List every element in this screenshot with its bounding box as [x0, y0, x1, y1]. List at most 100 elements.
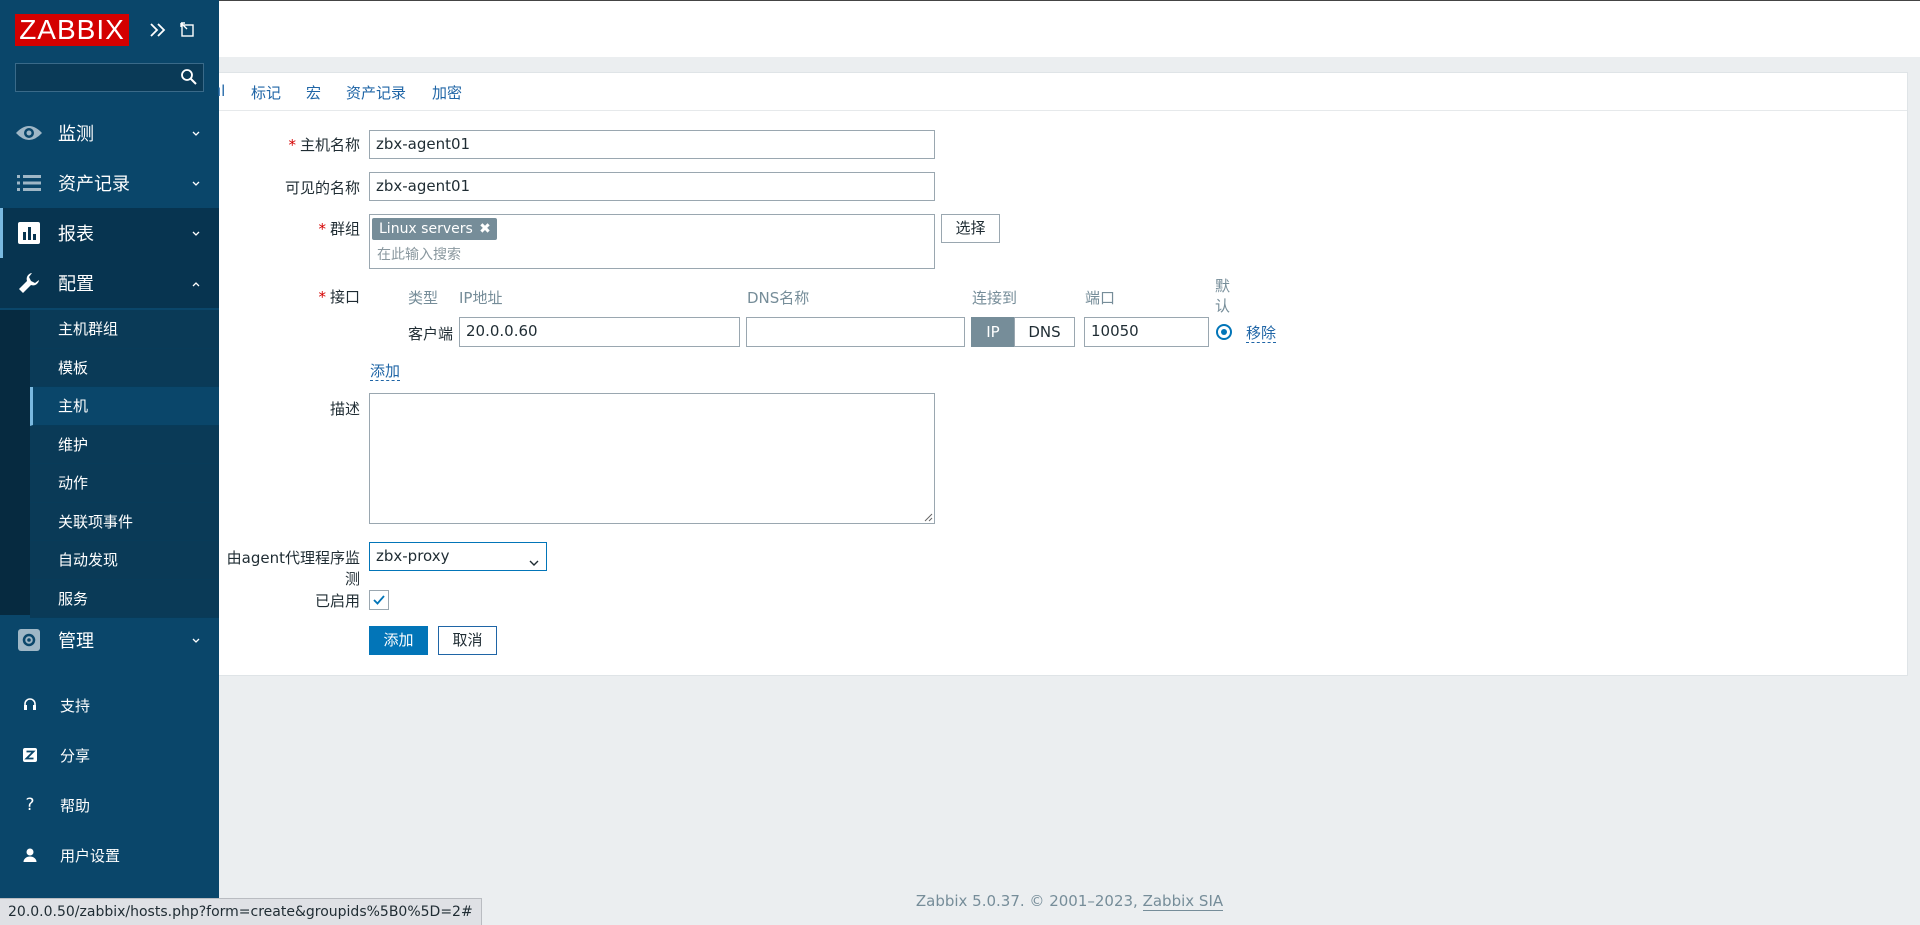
configuration-submenu: 主机群组 模板 主机 维护 动作 关联项事件 自动发现 服务 [0, 310, 219, 618]
user-icon [0, 847, 60, 863]
menu-support[interactable]: 支持 [0, 680, 219, 730]
visible-name-label: 可见的名称 [284, 179, 360, 197]
groups-search-placeholder[interactable]: 在此输入搜索 [377, 244, 461, 264]
menu-administration-label: 管理 [58, 631, 94, 652]
cancel-button[interactable]: 取消 [438, 626, 497, 655]
iface-col-ip: IP地址 [459, 289, 503, 307]
tab-inventory[interactable]: 资产记录 [346, 82, 406, 103]
submenu-hosts[interactable]: 主机 [30, 387, 219, 426]
menu-reports[interactable]: 报表 [0, 208, 219, 258]
chevron-down-icon [528, 550, 540, 577]
gear-icon [0, 629, 58, 651]
submenu-host-groups[interactable]: 主机群组 [30, 310, 219, 349]
connect-dns-toggle[interactable]: DNS [1014, 317, 1075, 347]
menu-administration[interactable]: 管理 [0, 615, 219, 665]
question-icon: ? [25, 795, 35, 815]
enabled-label: 已启用 [314, 592, 360, 610]
submenu-correlation[interactable]: 关联项事件 [30, 502, 219, 541]
chevron-up-icon [191, 276, 201, 292]
browser-status-bar: 20.0.0.50/zabbix/hosts.php?form=create&g… [0, 898, 482, 925]
menu-inventory[interactable]: 资产记录 [0, 158, 219, 208]
tab-tags[interactable]: 标记 [251, 82, 281, 103]
select-groups-button[interactable]: 选择 [941, 214, 1000, 243]
enabled-checkbox[interactable] [369, 590, 389, 610]
interfaces-label: * 接口 [318, 288, 360, 306]
checkmark-icon [373, 595, 385, 605]
iface-col-type: 类型 [408, 289, 439, 307]
menu-share[interactable]: 分享 [0, 730, 219, 780]
menu-share-label: 分享 [60, 746, 91, 765]
submenu-discovery[interactable]: 自动发现 [30, 541, 219, 580]
description-textarea[interactable] [369, 393, 935, 524]
menu-user-settings-label: 用户设置 [60, 846, 121, 865]
zabbix-logo[interactable]: ZABBIX [15, 14, 129, 46]
kiosk-mode-icon[interactable] [176, 18, 200, 42]
footer-copyright: Zabbix 5.0.37. © 2001–2023, [915, 892, 1143, 910]
host-form-panel: ıl 标记 宏 资产记录 加密 * 主机名称 zbx-agent01 可见的名称 … [217, 72, 1908, 676]
remove-interface-link[interactable]: 移除 [1246, 324, 1277, 343]
menu-configuration[interactable]: 配置 [0, 258, 219, 308]
proxy-label: 由agent代理程序监测 [226, 549, 360, 588]
bottom-menu: 支持 分享 ? 帮助 用户设置 [0, 680, 219, 880]
menu-reports-label: 报表 [58, 224, 94, 245]
visible-name-input[interactable]: zbx-agent01 [369, 172, 935, 201]
admin-menu: 管理 [0, 615, 219, 665]
iface-col-connect: 连接到 [972, 289, 1018, 307]
share-z-icon [0, 747, 60, 763]
menu-monitoring[interactable]: 监测 [0, 108, 219, 158]
description-label: 描述 [329, 400, 360, 418]
tab-encryption[interactable]: 加密 [432, 82, 462, 103]
chevron-down-icon [191, 176, 201, 192]
footer-link[interactable]: Zabbix SIA [1142, 892, 1224, 911]
iface-col-default: 默认 [1215, 277, 1231, 315]
proxy-select[interactable]: zbx-proxy [369, 542, 547, 571]
form-tabs: ıl 标记 宏 资产记录 加密 [217, 73, 1907, 111]
list-icon [0, 174, 58, 192]
submenu-actions[interactable]: 动作 [30, 464, 219, 503]
submenu-maintenance[interactable]: 维护 [30, 425, 219, 464]
wrench-icon [0, 271, 58, 295]
chevron-down-icon [191, 126, 201, 142]
iface-port-input[interactable]: 10050 [1084, 317, 1209, 347]
iface-type-agent: 客户端 [408, 325, 454, 343]
group-tag-label: Linux servers [379, 221, 473, 237]
add-button[interactable]: 添加 [369, 626, 428, 655]
default-interface-radio[interactable] [1216, 324, 1232, 340]
page-header [219, 0, 1920, 57]
menu-configuration-label: 配置 [58, 274, 94, 295]
remove-tag-icon[interactable]: ✖ [479, 218, 491, 240]
groups-multiselect[interactable]: Linux servers ✖ 在此输入搜索 [369, 214, 935, 269]
tab-host[interactable]: ıl [217, 82, 225, 100]
iface-col-dns: DNS名称 [747, 289, 810, 307]
menu-monitoring-label: 监测 [58, 124, 94, 145]
collapse-sidebar-icon[interactable] [146, 18, 170, 42]
host-name-input[interactable]: zbx-agent01 [369, 130, 935, 159]
sidebar: ZABBIX 监测 资产记录 报表 配置 主机群组 模板 主机 维护 动作 关联… [0, 0, 219, 925]
submenu-templates[interactable]: 模板 [30, 348, 219, 387]
proxy-select-value: zbx-proxy [376, 547, 450, 565]
bar-chart-icon [0, 222, 58, 244]
group-tag: Linux servers ✖ [372, 218, 497, 240]
resize-handle-icon[interactable] [923, 512, 933, 522]
menu-inventory-label: 资产记录 [58, 174, 130, 195]
sidebar-search-input[interactable] [16, 64, 166, 91]
submenu-services[interactable]: 服务 [30, 579, 219, 618]
eye-icon [0, 123, 58, 143]
chevron-down-icon [191, 633, 201, 649]
host-name-label: * 主机名称 [288, 136, 360, 154]
main-menu: 监测 资产记录 报表 配置 [0, 108, 219, 308]
tab-macros[interactable]: 宏 [306, 82, 321, 103]
search-icon[interactable] [180, 68, 198, 90]
menu-help-label: 帮助 [60, 796, 91, 815]
sidebar-search [15, 63, 204, 92]
logo-row: ZABBIX [0, 0, 219, 60]
iface-dns-input[interactable] [746, 317, 965, 347]
iface-ip-input[interactable]: 20.0.0.60 [459, 317, 740, 347]
connect-ip-toggle[interactable]: IP [971, 317, 1015, 347]
groups-label: * 群组 [318, 220, 360, 238]
menu-help[interactable]: ? 帮助 [0, 780, 219, 830]
iface-col-port: 端口 [1085, 289, 1116, 307]
menu-user-settings[interactable]: 用户设置 [0, 830, 219, 880]
add-interface-link[interactable]: 添加 [370, 362, 401, 381]
chevron-down-icon [191, 226, 201, 242]
